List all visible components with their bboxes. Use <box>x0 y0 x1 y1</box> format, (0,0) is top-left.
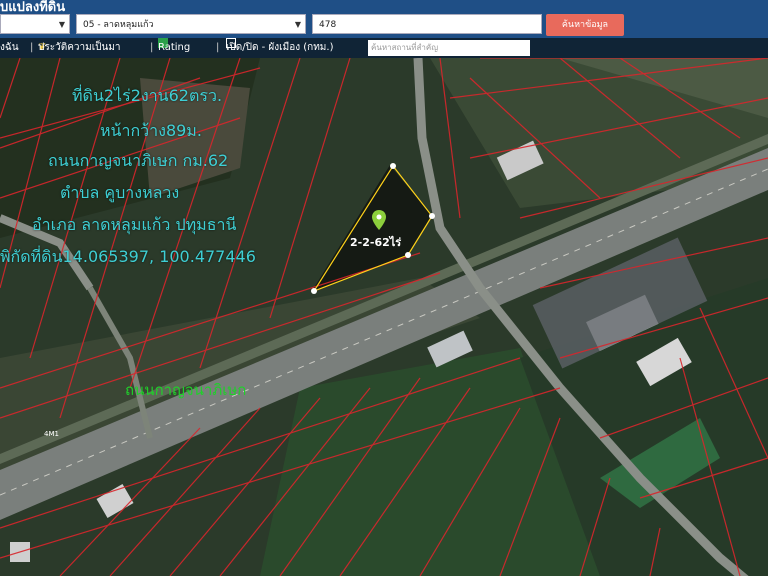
map-pin-icon[interactable] <box>372 210 386 230</box>
road-name-label: ถนนกาญจนาภิเษก <box>125 381 247 399</box>
plot-area-label: 2-2-62ไร่ <box>350 236 402 249</box>
overlay-line-road: ถนนกาญจนาภิเษก กม.62 <box>48 151 229 170</box>
road-marker-label: 4M1 <box>44 430 59 438</box>
satellite-map[interactable]: 2-2-62ไร่ ที่ดิน2ไร่2งาน62ตรว. หน้ากว้าง… <box>0 58 768 576</box>
district-select[interactable]: 05 - ลาดหลุมแก้ว ▼ <box>76 14 306 34</box>
province-select[interactable]: ▼ <box>0 14 70 34</box>
toolbar-item-city-plan-label: เปิด/ปิด - ผังเมือง (กทม.) <box>226 42 334 53</box>
chevron-down-icon: ▼ <box>58 20 65 29</box>
top-bar: บแปลงที่ดิน ▼ 05 - ลาดหลุมแก้ว ▼ 478 ค้น… <box>0 0 768 38</box>
overlay-line-frontage: หน้ากว้าง89ม. <box>100 121 202 140</box>
toolbar-item-history-label: ประวัติความเป็นมา <box>38 42 121 53</box>
overlay-line-coordinates: พิกัดที่ดิน14.065397, 100.477446 <box>0 247 256 266</box>
toolbar-item-rating-label: Rating <box>158 42 191 53</box>
district-select-value: 05 - ลาดหลุมแก้ว <box>83 20 154 30</box>
search-button[interactable]: ค้นหาข้อมูล <box>546 14 624 36</box>
divider: | <box>30 42 34 53</box>
landmark-search-input[interactable]: ค้นหาสถานที่สำคัญ <box>368 40 530 56</box>
chevron-down-icon: ▼ <box>294 20 301 29</box>
overlay-line-subdistrict: ตำบล คูบางหลวง <box>60 183 180 202</box>
toolbar-item-my-land-label: งฉัน <box>0 42 19 53</box>
overlay-line-area: ที่ดิน2ไร่2งาน62ตรว. <box>72 86 223 105</box>
parcel-number-input[interactable]: 478 <box>312 14 542 34</box>
divider: | <box>216 42 220 53</box>
overlay-line-district: อำเภอ ลาดหลุมแก้ว ปทุมธานี <box>32 215 237 234</box>
divider: | <box>150 42 154 53</box>
